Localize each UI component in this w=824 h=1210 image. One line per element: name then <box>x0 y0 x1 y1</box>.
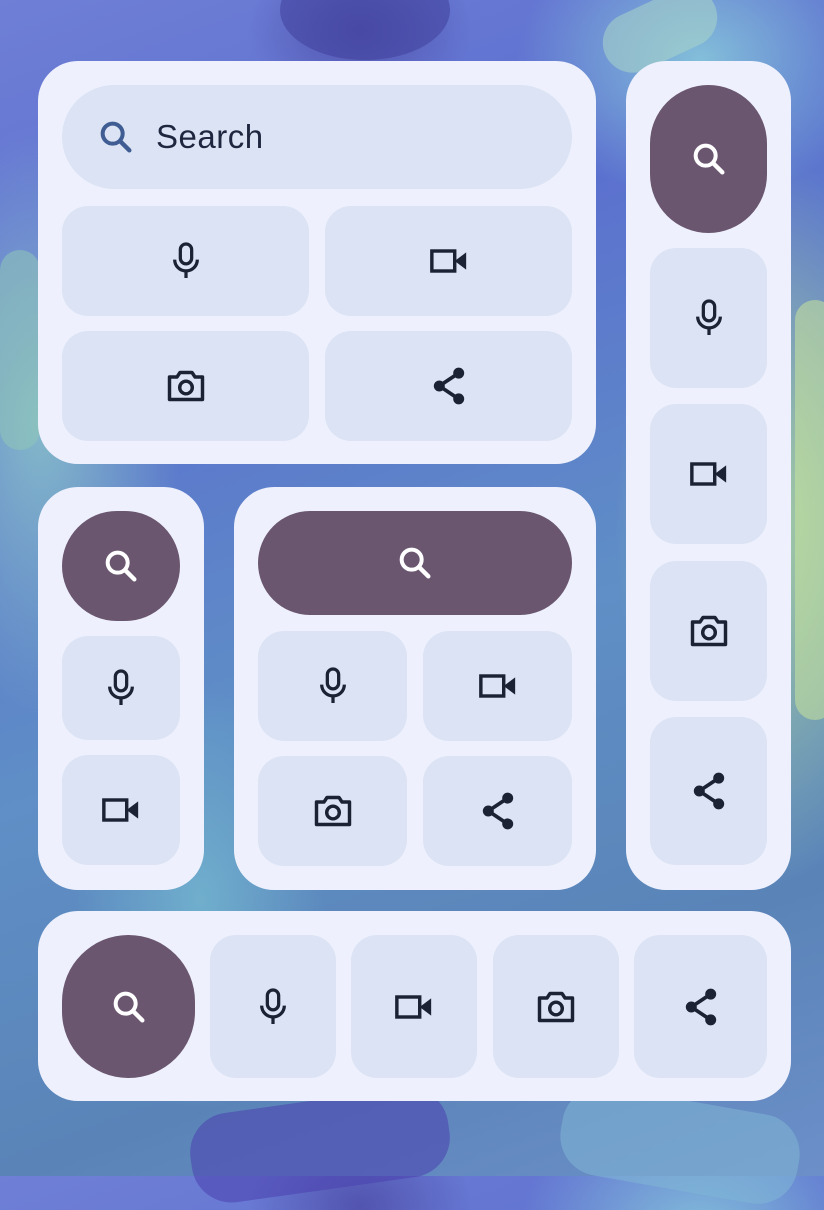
mic-icon <box>316 666 350 706</box>
search-icon <box>395 543 435 583</box>
search-button[interactable] <box>62 935 195 1078</box>
mic-icon <box>256 987 290 1027</box>
videocam-icon <box>101 795 141 825</box>
camera-button[interactable] <box>650 561 767 701</box>
share-icon <box>429 365 469 407</box>
search-bar[interactable]: Search <box>62 85 572 189</box>
mic-icon <box>169 241 203 281</box>
mic-button[interactable] <box>62 636 180 740</box>
share-button[interactable] <box>634 935 767 1078</box>
camera-icon <box>165 367 207 405</box>
share-icon <box>689 770 729 812</box>
videocam-icon <box>394 992 434 1022</box>
videocam-icon <box>478 671 518 701</box>
mic-button[interactable] <box>258 631 407 741</box>
wallpaper-shape <box>185 1082 455 1208</box>
videocam-icon <box>429 246 469 276</box>
search-label: Search <box>156 118 264 155</box>
video-button[interactable] <box>351 935 477 1078</box>
widget-large: Search <box>38 61 596 464</box>
wallpaper-shape <box>0 250 40 450</box>
video-button[interactable] <box>423 631 572 741</box>
search-button[interactable] <box>258 511 572 615</box>
search-icon <box>101 546 141 586</box>
mic-button[interactable] <box>210 935 336 1078</box>
video-button[interactable] <box>325 206 572 316</box>
camera-icon <box>535 988 577 1026</box>
mic-icon <box>692 298 726 338</box>
search-icon <box>689 139 729 179</box>
wallpaper-shape <box>280 0 450 60</box>
search-icon <box>96 117 136 157</box>
search-icon <box>109 987 149 1027</box>
search-button[interactable] <box>62 511 180 621</box>
widget-row <box>38 911 791 1101</box>
camera-icon <box>312 792 354 830</box>
widget-small-column <box>38 487 204 890</box>
widget-tall <box>626 61 791 890</box>
share-button[interactable] <box>325 331 572 441</box>
share-button[interactable] <box>650 717 767 865</box>
videocam-icon <box>689 459 729 489</box>
camera-icon <box>688 612 730 650</box>
camera-button[interactable] <box>62 331 309 441</box>
wallpaper-shape <box>795 300 824 720</box>
share-icon <box>681 986 721 1028</box>
widget-medium <box>234 487 596 890</box>
share-icon <box>478 790 518 832</box>
mic-button[interactable] <box>650 248 767 388</box>
share-button[interactable] <box>423 756 572 866</box>
camera-button[interactable] <box>493 935 619 1078</box>
mic-icon <box>104 668 138 708</box>
video-button[interactable] <box>62 755 180 865</box>
camera-button[interactable] <box>258 756 407 866</box>
mic-button[interactable] <box>62 206 309 316</box>
search-button[interactable] <box>650 85 767 233</box>
video-button[interactable] <box>650 404 767 544</box>
